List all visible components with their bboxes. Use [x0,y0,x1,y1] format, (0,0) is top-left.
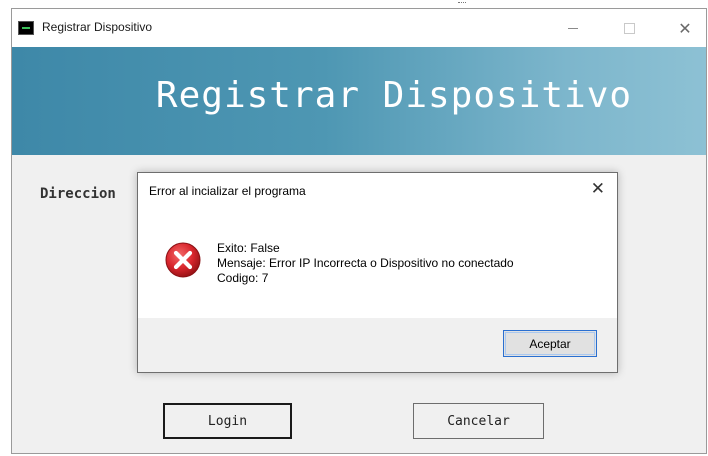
cancel-button-label: Cancelar [447,413,510,429]
error-icon [165,242,201,278]
close-icon: ✕ [678,18,692,38]
dialog-line-codigo: Codigo: 7 [217,271,269,285]
cancel-button[interactable]: Cancelar [413,403,544,439]
accept-button-label: Aceptar [529,336,571,351]
login-button-label: Login [207,413,248,429]
accept-button[interactable]: Aceptar [503,330,597,357]
banner-title: Registrar Dispositivo [155,75,633,116]
direccion-label: Direccion [40,186,116,202]
error-dialog: Error al incializar el programa ✕ Exito:… [137,172,618,373]
dialog-line-exito: Exito: False [217,241,280,255]
terminal-icon [18,21,34,35]
dialog-line-mensaje: Mensaje: Error IP Incorrecta o Dispositi… [217,256,514,270]
dialog-footer: Aceptar [138,318,617,372]
title-bar[interactable]: Registrar Dispositivo ✕ [12,9,706,47]
dialog-title: Error al incializar el programa [149,184,306,198]
minimize-button[interactable] [550,9,596,47]
login-button[interactable]: Login [163,403,292,439]
window-edge-marker [458,2,466,5]
maximize-button[interactable] [606,9,652,47]
window-title: Registrar Dispositivo [42,20,153,34]
dialog-close-icon[interactable]: ✕ [591,179,605,199]
close-button[interactable]: ✕ [662,9,708,47]
minimize-icon [568,27,578,29]
dialog-message: Exito: False Mensaje: Error IP Incorrect… [217,241,514,286]
header-banner: Registrar Dispositivo [12,47,706,155]
maximize-icon [623,22,635,34]
